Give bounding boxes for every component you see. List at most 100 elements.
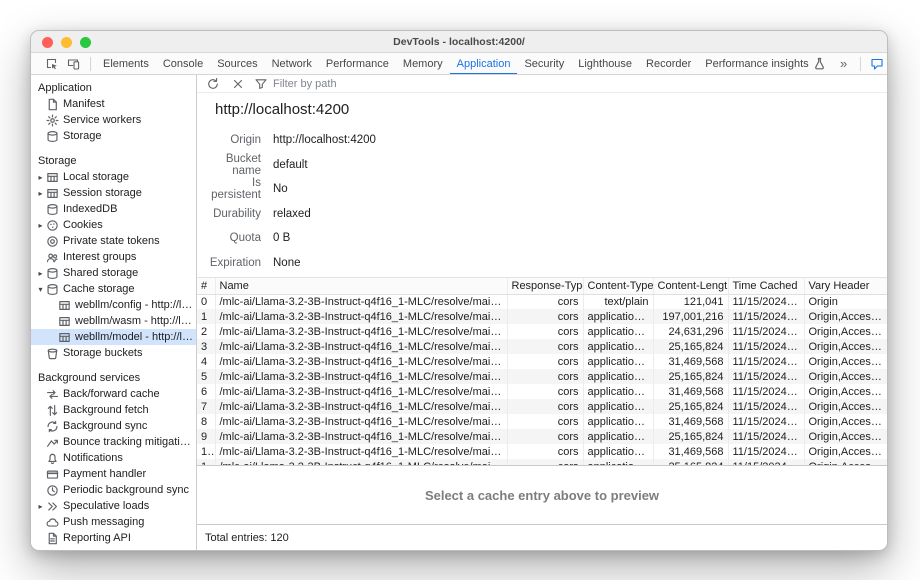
sidebar-item-background-sync[interactable]: Background sync <box>31 418 196 434</box>
cache-entry-row[interactable]: 0 /mlc-ai/Llama-3.2-3B-Instruct-q4f16_1-… <box>197 294 887 309</box>
tab-security[interactable]: Security <box>517 53 571 75</box>
twisty-collapsed-icon[interactable]: ▸ <box>35 269 46 278</box>
cell-time-cached: 11/15/2024, 10… <box>728 309 804 324</box>
sidebar-item-cache-webllm-model[interactable]: webllm/model - http://loc… <box>31 329 196 345</box>
column-header-response-type[interactable]: Response-Type <box>507 278 583 294</box>
twisty-collapsed-icon[interactable]: ▸ <box>35 221 46 230</box>
sidebar-item-storage[interactable]: Storage <box>31 128 196 144</box>
tab-label: Elements <box>103 58 149 70</box>
cell-response-type: cors <box>507 339 583 354</box>
metadata-label: Expiration <box>209 257 261 269</box>
cache-storage-view: http://localhost:4200 Origin http://loca… <box>197 75 887 550</box>
cell-content-length: 24,631,296 <box>653 324 728 339</box>
inspect-element-button[interactable] <box>41 54 63 74</box>
tab-lighthouse[interactable]: Lighthouse <box>571 53 639 75</box>
cache-entry-row[interactable]: 7 /mlc-ai/Llama-3.2-3B-Instruct-q4f16_1-… <box>197 399 887 414</box>
delete-selected-button[interactable] <box>229 76 247 92</box>
sidebar-item-indexeddb[interactable]: IndexedDB <box>31 201 196 217</box>
tab-network[interactable]: Network <box>265 53 319 75</box>
sidebar-item-payment-handler[interactable]: Payment handler <box>31 466 196 482</box>
traffic-light-zoom-button[interactable] <box>80 37 91 48</box>
cache-entry-row[interactable]: 9 /mlc-ai/Llama-3.2-3B-Instruct-q4f16_1-… <box>197 429 887 444</box>
metadata-value: default <box>273 159 887 171</box>
cache-entry-row[interactable]: 2 /mlc-ai/Llama-3.2-3B-Instruct-q4f16_1-… <box>197 324 887 339</box>
sidebar-item-local-storage[interactable]: ▸Local storage <box>31 169 196 185</box>
refresh-button[interactable] <box>204 76 222 92</box>
cell-time-cached: 11/15/2024, 10… <box>728 384 804 399</box>
sidebar-item-service-workers[interactable]: Service workers <box>31 112 196 128</box>
cell-response-type: cors <box>507 429 583 444</box>
cell-vary-header: Origin,Access… <box>804 444 887 459</box>
clock-icon <box>46 484 59 497</box>
cache-entry-row[interactable]: 8 /mlc-ai/Llama-3.2-3B-Instruct-q4f16_1-… <box>197 414 887 429</box>
tab-performance-insights[interactable]: Performance insights <box>698 53 832 75</box>
tab-elements[interactable]: Elements <box>96 53 156 75</box>
metadata-value: http://localhost:4200 <box>273 134 887 146</box>
cache-entry-row[interactable]: 6 /mlc-ai/Llama-3.2-3B-Instruct-q4f16_1-… <box>197 384 887 399</box>
cell-name: /mlc-ai/Llama-3.2-3B-Instruct-q4f16_1-ML… <box>215 294 507 309</box>
twisty-collapsed-icon[interactable]: ▸ <box>35 502 46 511</box>
table-grid-icon <box>58 331 71 344</box>
tab-console[interactable]: Console <box>156 53 210 75</box>
sidebar-item-reporting-api[interactable]: Reporting API <box>31 530 196 546</box>
cache-entry-row[interactable]: 4 /mlc-ai/Llama-3.2-3B-Instruct-q4f16_1-… <box>197 354 887 369</box>
sidebar-item-cache-webllm-wasm[interactable]: webllm/wasm - http://loca… <box>31 313 196 329</box>
credit-card-icon <box>46 468 59 481</box>
twisty-expanded-icon[interactable]: ▾ <box>35 285 46 294</box>
sidebar-item-background-fetch[interactable]: Background fetch <box>31 402 196 418</box>
cache-entry-row[interactable]: 5 /mlc-ai/Llama-3.2-3B-Instruct-q4f16_1-… <box>197 369 887 384</box>
cache-entries-table: # Name Response-Type Content-Type Conten… <box>197 278 887 465</box>
sidebar-item-private-state-tokens[interactable]: Private state tokens <box>31 233 196 249</box>
cell-vary-header: Origin,Access… <box>804 324 887 339</box>
sidebar-item-shared-storage[interactable]: ▸Shared storage <box>31 265 196 281</box>
tab-sources[interactable]: Sources <box>210 53 264 75</box>
console-drawer-button[interactable]: 3 <box>866 54 887 74</box>
sidebar-item-notifications[interactable]: Notifications <box>31 450 196 466</box>
sidebar-item-manifest[interactable]: Manifest <box>31 96 196 112</box>
sidebar-item-bounce-tracking-mitigations[interactable]: Bounce tracking mitigations <box>31 434 196 450</box>
twisty-collapsed-icon[interactable]: ▸ <box>35 173 46 182</box>
column-header-vary-header[interactable]: Vary Header <box>804 278 887 294</box>
sidebar-item-storage-buckets[interactable]: Storage buckets <box>31 345 196 361</box>
sidebar-item-push-messaging[interactable]: Push messaging <box>31 514 196 530</box>
cell-index: 2 <box>197 324 215 339</box>
sidebar-item-session-storage[interactable]: ▸Session storage <box>31 185 196 201</box>
cell-index: 3 <box>197 339 215 354</box>
sidebar-item-cache-webllm-config[interactable]: webllm/config - http://loc… <box>31 297 196 313</box>
sidebar-item-cache-storage[interactable]: ▾Cache storage <box>31 281 196 297</box>
traffic-light-close-button[interactable] <box>42 37 53 48</box>
tab-application[interactable]: Application <box>450 53 518 75</box>
cell-response-type: cors <box>507 444 583 459</box>
column-header-index[interactable]: # <box>197 278 215 294</box>
tab-performance[interactable]: Performance <box>319 53 396 75</box>
cache-entry-row[interactable]: 1 /mlc-ai/Llama-3.2-3B-Instruct-q4f16_1-… <box>197 309 887 324</box>
column-header-time-cached[interactable]: Time Cached <box>728 278 804 294</box>
sidebar-item-speculative-loads[interactable]: ▸Speculative loads <box>31 498 196 514</box>
cell-name: /mlc-ai/Llama-3.2-3B-Instruct-q4f16_1-ML… <box>215 444 507 459</box>
cell-content-type: application/oc… <box>583 429 653 444</box>
cloud-icon <box>46 516 59 529</box>
filter-by-path-input[interactable] <box>273 78 403 90</box>
cache-entry-row[interactable]: 10 /mlc-ai/Llama-3.2-3B-Instruct-q4f16_1… <box>197 444 887 459</box>
cache-entry-row[interactable]: 3 /mlc-ai/Llama-3.2-3B-Instruct-q4f16_1-… <box>197 339 887 354</box>
column-header-name[interactable]: Name <box>215 278 507 294</box>
traffic-light-minimize-button[interactable] <box>61 37 72 48</box>
storage-icon <box>46 130 59 143</box>
sidebar-item-label: Periodic background sync <box>63 484 189 496</box>
tab-memory[interactable]: Memory <box>396 53 450 75</box>
sidebar-item-back-forward-cache[interactable]: Back/forward cache <box>31 386 196 402</box>
sidebar-item-periodic-background-sync[interactable]: Periodic background sync <box>31 482 196 498</box>
cell-content-length: 25,165,824 <box>653 429 728 444</box>
tab-recorder[interactable]: Recorder <box>639 53 698 75</box>
sidebar-item-cookies[interactable]: ▸Cookies <box>31 217 196 233</box>
column-header-content-length[interactable]: Content-Length <box>653 278 728 294</box>
sidebar-section-application: Application <box>31 80 196 96</box>
twisty-collapsed-icon[interactable]: ▸ <box>35 189 46 198</box>
device-toolbar-button[interactable] <box>63 54 85 74</box>
sidebar-item-interest-groups[interactable]: Interest groups <box>31 249 196 265</box>
more-tabs-button[interactable]: » <box>833 54 855 74</box>
cell-content-type: application/oc… <box>583 414 653 429</box>
tab-label: Network <box>272 58 312 70</box>
cell-index: 8 <box>197 414 215 429</box>
column-header-content-type[interactable]: Content-Type <box>583 278 653 294</box>
